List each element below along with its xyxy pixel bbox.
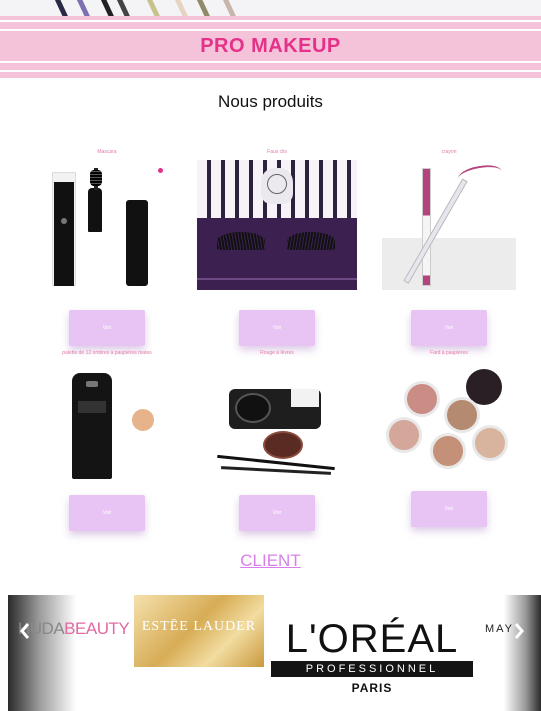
- client-logo-loreal[interactable]: L'ORÉAL PROFESSIONNEL PARIS: [265, 595, 479, 711]
- products-section-title: Nous produits: [218, 92, 323, 111]
- client-logo-huda-beauty[interactable]: HUDABEAUTY: [8, 595, 132, 711]
- header-banner: PRO MAKEUP: [0, 16, 541, 78]
- product-name: Fard à paupières: [430, 350, 468, 356]
- product-card-crayon: crayon Voir: [364, 148, 534, 346]
- estee-lauder-text: ESTĒE LAUDER: [141, 619, 257, 634]
- product-card-faux-cils: Faux cils Voir: [192, 148, 362, 346]
- product-name: Rouge à lèvres: [260, 350, 294, 356]
- product-name: crayon: [441, 149, 457, 155]
- client-logo-maybelline[interactable]: MAY: [479, 595, 541, 711]
- maybelline-text: MAY: [485, 623, 515, 635]
- product-image-mascara[interactable]: [42, 160, 172, 290]
- carousel-next-button[interactable]: [514, 623, 524, 644]
- product-image-faux-cils[interactable]: [197, 160, 357, 290]
- product-view-button[interactable]: Voir: [69, 310, 145, 346]
- carousel-prev-button[interactable]: [20, 623, 30, 644]
- product-image-crayon[interactable]: [382, 160, 516, 290]
- product-card-fard: Fard à paupières Voir: [364, 349, 534, 527]
- product-view-button[interactable]: Voir: [239, 495, 315, 531]
- product-name: Faux cils: [267, 149, 287, 155]
- product-image-rouge[interactable]: [207, 361, 347, 481]
- chevron-left-icon: [20, 623, 30, 639]
- product-view-button[interactable]: Voir: [411, 491, 487, 527]
- clients-carousel: HUDABEAUTY ESTĒE LAUDER L'ORÉAL PROFESSI…: [8, 595, 541, 711]
- loreal-brand-text: L'ORÉAL: [285, 617, 459, 661]
- header-photo-strip: [0, 0, 541, 16]
- product-card-palette: palette de 12 ombres à paupières mates V…: [22, 349, 192, 531]
- product-image-fard[interactable]: [382, 361, 516, 475]
- product-card-mascara: Mascara Voir: [22, 148, 192, 346]
- chevron-right-icon: [514, 623, 524, 639]
- product-name: Mascara: [97, 149, 117, 155]
- product-image-palette[interactable]: [42, 361, 172, 481]
- product-card-rouge: Rouge à lèvres Voir: [192, 349, 362, 531]
- beauty-text: BEAUTY: [64, 619, 130, 638]
- site-title: PRO MAKEUP: [200, 35, 341, 57]
- product-name: palette de 12 ombres à paupières mates: [62, 350, 152, 356]
- product-view-button[interactable]: Voir: [411, 310, 487, 346]
- client-logo-estee-lauder[interactable]: ESTĒE LAUDER: [134, 595, 264, 667]
- client-section-title[interactable]: CLIENT: [0, 551, 541, 571]
- loreal-city-text: PARIS: [351, 681, 393, 695]
- loreal-line-text: PROFESSIONNEL: [271, 661, 473, 677]
- product-view-button[interactable]: Voir: [239, 310, 315, 346]
- product-view-button[interactable]: Voir: [69, 495, 145, 531]
